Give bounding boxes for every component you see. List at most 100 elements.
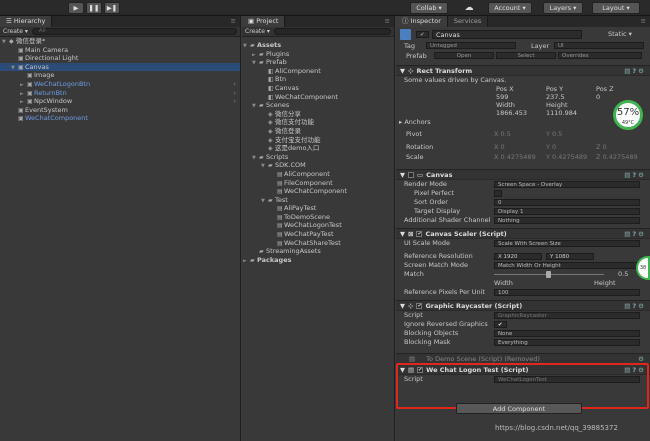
- component-menu-icon[interactable]: ⚙: [638, 355, 646, 363]
- step-button[interactable]: ▶❚: [104, 2, 120, 14]
- project-item[interactable]: ► ▰ Packages: [242, 256, 394, 265]
- inspector-tabs: ⓘ Inspector Services ≡: [396, 16, 650, 27]
- tab-hierarchy[interactable]: ☰ Hierarchy: [0, 16, 53, 27]
- object-name-field[interactable]: Canvas: [432, 30, 582, 39]
- play-button[interactable]: ▶: [68, 2, 84, 14]
- project-item[interactable]: ▼ ▰ Assets: [242, 41, 394, 50]
- tab-menu-icon[interactable]: ≡: [231, 16, 236, 27]
- project-item[interactable]: ▤AliComponent: [242, 170, 394, 179]
- match-slider-handle[interactable]: [546, 271, 551, 278]
- rect-transform-header[interactable]: ▼ ⊹ Rect Transform ▤?⚙: [396, 65, 650, 76]
- ref-res-y-field[interactable]: Y 1080: [546, 253, 594, 260]
- hierarchy-item[interactable]: ► ▣ReturnBtn ›: [0, 89, 240, 98]
- match-mode-dropdown[interactable]: Match Width Or Height: [494, 262, 640, 269]
- hierarchy-item[interactable]: ▼ ▣Canvas: [0, 62, 240, 72]
- ppu-field[interactable]: 100: [494, 289, 640, 296]
- component-menu-icon[interactable]: ▤?⚙: [624, 302, 646, 310]
- project-item-label: Test: [275, 195, 288, 204]
- ignore-reversed-checkbox[interactable]: ✔: [494, 321, 507, 328]
- project-item[interactable]: ▤WeChatComponent: [242, 187, 394, 196]
- additional-shader-dropdown[interactable]: Nothing: [494, 217, 640, 224]
- project-item[interactable]: ► ▰ Plugins: [242, 50, 394, 59]
- anchors-row[interactable]: ▸ Anchors: [396, 118, 650, 127]
- create-button[interactable]: Create ▾: [3, 28, 28, 35]
- hierarchy-item[interactable]: ▣EventSystem: [0, 106, 240, 115]
- project-item[interactable]: ▰ StreamingAssets: [242, 247, 394, 256]
- static-toggle[interactable]: Static ▾: [608, 30, 632, 38]
- raycaster-enabled-checkbox[interactable]: ✔: [416, 302, 423, 309]
- project-item[interactable]: ▼ ▰ Prefab: [242, 58, 394, 67]
- hierarchy-item[interactable]: ▣Main Camera: [0, 46, 240, 55]
- tab-menu-icon[interactable]: ≡: [641, 16, 646, 27]
- prefab-open-button[interactable]: Open: [434, 52, 494, 59]
- expand-arrow-icon: ▼: [400, 170, 405, 179]
- project-item[interactable]: ◈ 微信登录: [242, 127, 394, 136]
- layout-dropdown[interactable]: Layout ▾: [592, 2, 640, 14]
- tag-dropdown[interactable]: Untagged: [426, 42, 516, 49]
- component-menu-icon[interactable]: ▤?⚙: [624, 171, 646, 179]
- active-checkbox[interactable]: ✔: [416, 31, 429, 38]
- hierarchy-item[interactable]: ► ▣NpcWindow ›: [0, 97, 240, 106]
- tab-inspector[interactable]: ⓘ Inspector: [396, 16, 448, 27]
- tab-project[interactable]: ▣ Project: [242, 16, 286, 27]
- canvas-component-header[interactable]: ▼ ▭ Canvas ▤?⚙: [396, 169, 650, 180]
- tab-services[interactable]: Services: [447, 16, 489, 27]
- add-component-button[interactable]: Add Component: [456, 403, 582, 414]
- hierarchy-item[interactable]: ► ▣WeChatLogonBtn ›: [0, 80, 240, 89]
- project-item[interactable]: ▤WeChatLogonTest: [242, 221, 394, 230]
- project-search-input[interactable]: [273, 28, 391, 35]
- project-item[interactable]: ◈ 支付宝支付功能: [242, 136, 394, 145]
- project-item[interactable]: ▤WeChatShareTest: [242, 239, 394, 248]
- project-item[interactable]: ▼ ▰ Test: [242, 196, 394, 205]
- account-button[interactable]: Account ▾: [488, 2, 532, 14]
- project-item[interactable]: ▼ ▰ Scripts: [242, 153, 394, 162]
- blocking-mask-dropdown[interactable]: Everything: [494, 339, 640, 346]
- create-button[interactable]: Create ▾: [245, 28, 270, 35]
- expand-arrow-icon[interactable]: ►: [243, 257, 250, 266]
- hierarchy-item[interactable]: ▣Image: [0, 71, 240, 80]
- chevron-right-icon[interactable]: ›: [233, 80, 236, 89]
- hierarchy-item-label: Main Camera: [25, 45, 69, 54]
- ref-res-x-field[interactable]: X 1920: [494, 253, 542, 260]
- project-item[interactable]: ◧Btn: [242, 75, 394, 84]
- layer-dropdown[interactable]: UI: [554, 42, 644, 49]
- collab-button[interactable]: Collab ▾: [410, 2, 448, 14]
- project-item[interactable]: ▤FileComponent: [242, 179, 394, 188]
- project-item[interactable]: ▤ToDemoScene: [242, 213, 394, 222]
- chevron-right-icon[interactable]: ›: [233, 89, 236, 98]
- chevron-right-icon[interactable]: ›: [233, 97, 236, 106]
- blocking-objects-dropdown[interactable]: None: [494, 330, 640, 337]
- pixel-perfect-checkbox[interactable]: [494, 190, 502, 197]
- cloud-button[interactable]: ☁: [462, 2, 476, 14]
- project-item[interactable]: ▤WeChatPayTest: [242, 230, 394, 239]
- project-item[interactable]: ◧AliComponent: [242, 67, 394, 76]
- canvas-enabled-checkbox[interactable]: [408, 171, 414, 178]
- project-item[interactable]: ▼ ▰ SDK.COM: [242, 161, 394, 170]
- ui-scale-dropdown[interactable]: Scale With Screen Size: [494, 240, 640, 247]
- scaler-enabled-checkbox[interactable]: ✔: [416, 230, 423, 237]
- render-mode-dropdown[interactable]: Screen Space - Overlay: [494, 181, 640, 188]
- target-display-dropdown[interactable]: Display 1: [494, 208, 640, 215]
- hierarchy-item[interactable]: ▣Directional Light: [0, 54, 240, 63]
- project-item[interactable]: ◧WeChatComponent: [242, 93, 394, 102]
- tab-menu-icon[interactable]: ≡: [385, 16, 390, 27]
- sort-order-field[interactable]: 0: [494, 199, 640, 206]
- canvas-scaler-header[interactable]: ▼ ⊠ ✔ Canvas Scaler (Script) ▤?⚙: [396, 228, 650, 239]
- graphic-raycaster-header[interactable]: ▼ ⊹ ✔ Graphic Raycaster (Script) ▤?⚙: [396, 300, 650, 311]
- hierarchy-search-input[interactable]: All: [31, 28, 237, 35]
- pause-button[interactable]: ❚❚: [86, 2, 102, 14]
- target-display-row: Target Display Display 1: [396, 207, 650, 216]
- component-menu-icon[interactable]: ▤?⚙: [624, 230, 646, 238]
- layers-dropdown[interactable]: Layers ▾: [543, 2, 583, 14]
- hierarchy-item[interactable]: ▼ ◆ 微信登录*: [0, 37, 240, 46]
- project-item[interactable]: ◈ 微信支付功能: [242, 118, 394, 127]
- project-item[interactable]: ▼ ▰ Scenes: [242, 101, 394, 110]
- project-item[interactable]: ◈ 这是demo入口: [242, 144, 394, 153]
- prefab-overrides-dropdown[interactable]: Overrides: [558, 52, 642, 59]
- hierarchy-item[interactable]: ▣WeChatComponent: [0, 114, 240, 123]
- project-item[interactable]: ▤AliPayTest: [242, 204, 394, 213]
- component-menu-icon[interactable]: ▤?⚙: [624, 67, 646, 75]
- prefab-select-button[interactable]: Select: [496, 52, 556, 59]
- project-item[interactable]: ◈ 微信分享: [242, 110, 394, 119]
- project-item[interactable]: ◧Canvas: [242, 84, 394, 93]
